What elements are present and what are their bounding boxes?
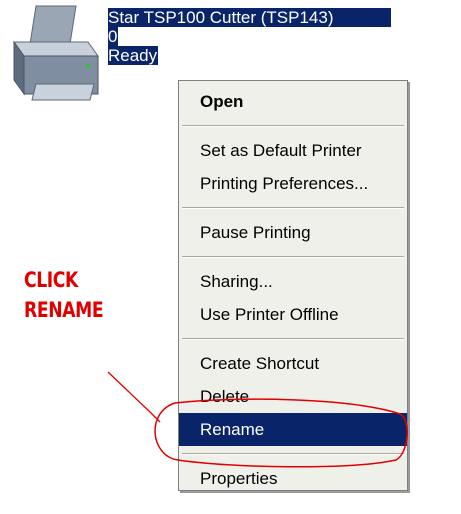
annotation-line-2: RENAME — [24, 298, 104, 322]
menu-item-use-printer-offline[interactable]: Use Printer Offline — [179, 298, 407, 331]
menu-item-set-default-printer[interactable]: Set as Default Printer — [179, 134, 407, 167]
annotation-arrow — [107, 371, 161, 423]
menu-item-properties[interactable]: Properties — [179, 462, 407, 495]
printer-name: Star TSP100 Cutter (TSP143) — [108, 8, 391, 27]
menu-separator — [182, 256, 404, 258]
context-menu: Open Set as Default Printer Printing Pre… — [178, 80, 408, 491]
menu-item-printing-preferences[interactable]: Printing Preferences... — [179, 167, 407, 200]
menu-item-rename[interactable]: Rename — [179, 413, 407, 446]
printer-status: Ready — [108, 46, 159, 65]
annotation-line-1: CLICK — [24, 268, 78, 292]
click-rename-annotation: CLICK RENAME — [24, 265, 104, 325]
menu-separator — [182, 207, 404, 209]
printer-documents: 0 — [108, 27, 119, 46]
menu-item-delete[interactable]: Delete — [179, 380, 407, 413]
printer-label[interactable]: Star TSP100 Cutter (TSP143) 0 Ready — [108, 8, 392, 65]
menu-separator — [182, 453, 404, 455]
menu-separator — [182, 125, 404, 127]
menu-item-create-shortcut[interactable]: Create Shortcut — [179, 347, 407, 380]
menu-item-open[interactable]: Open — [179, 85, 407, 118]
menu-separator — [182, 338, 404, 340]
printer-icon[interactable] — [6, 4, 102, 104]
menu-item-pause-printing[interactable]: Pause Printing — [179, 216, 407, 249]
menu-item-sharing[interactable]: Sharing... — [179, 265, 407, 298]
